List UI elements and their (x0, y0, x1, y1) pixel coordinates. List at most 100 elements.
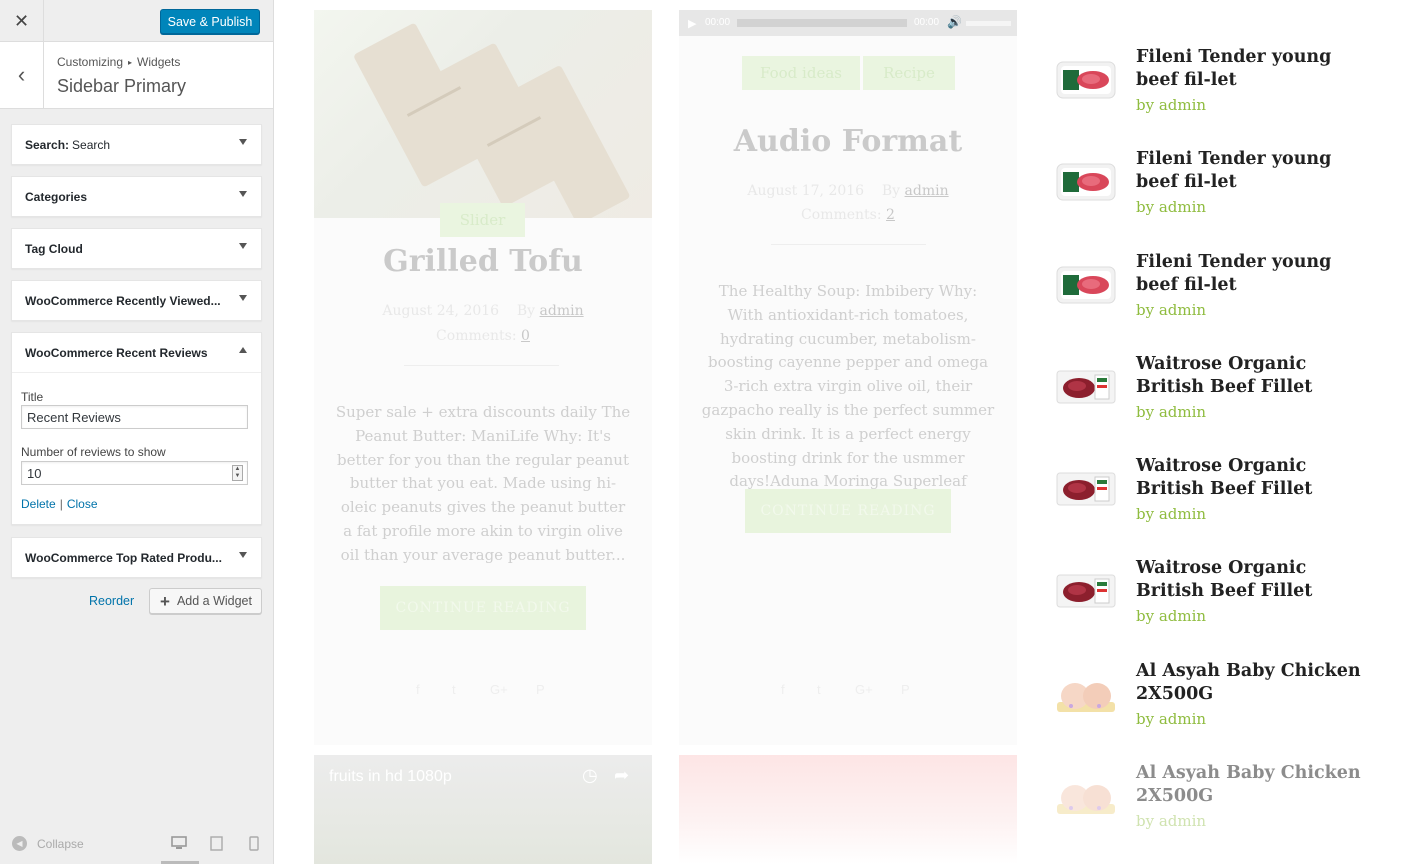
product-title[interactable]: Waitrose Organic British Beef Fillet (1136, 353, 1361, 398)
product-thumbnail[interactable] (1055, 263, 1117, 307)
continue-reading-button[interactable]: CONTINUE READING (745, 489, 951, 533)
audio-duration: 00:00 (914, 17, 940, 28)
widget-form: Title Recent Reviews Number of reviews t… (12, 372, 261, 524)
review-item[interactable]: Fileni Tender young beef fil-let by admin (1055, 251, 1375, 351)
post-title[interactable]: Grilled Tofu (314, 244, 652, 279)
review-author: by admin (1136, 812, 1207, 830)
author-link[interactable]: admin (905, 183, 949, 199)
google-plus-icon[interactable]: G+ (855, 682, 873, 697)
product-title[interactable]: Fileni Tender young beef fil-let (1136, 148, 1361, 193)
review-item[interactable]: Waitrose Organic British Beef Fillet by a… (1055, 353, 1375, 453)
review-item[interactable]: Fileni Tender young beef fil-let by admin (1055, 148, 1375, 248)
post-date: August 17, 2016 (747, 183, 865, 199)
close-link[interactable]: Close (67, 497, 98, 511)
widget-recent-reviews[interactable]: WooCommerce Recent Reviews Title Recent … (11, 332, 262, 525)
twitter-icon[interactable]: t (817, 682, 821, 697)
review-item[interactable]: Fileni Tender young beef fil-let by admin (1055, 46, 1375, 146)
save-publish-button[interactable]: Save & Publish (160, 9, 260, 34)
collapse-label: Collapse (37, 836, 84, 851)
facebook-icon[interactable]: f (416, 682, 420, 697)
product-thumbnail[interactable] (1055, 467, 1117, 511)
widget-search[interactable]: Search: Search (11, 124, 262, 165)
review-author: by admin (1136, 96, 1207, 114)
product-thumbnail[interactable] (1055, 569, 1117, 613)
plus-icon: + (160, 591, 170, 611)
review-item[interactable]: Waitrose Organic British Beef Fillet by a… (1055, 557, 1375, 657)
category-tag[interactable]: Food ideas (742, 56, 860, 90)
widget-subtitle: Search (72, 137, 111, 152)
widget-tag-cloud[interactable]: Tag Cloud (11, 228, 262, 269)
twitter-icon[interactable]: t (452, 682, 456, 697)
post-image (314, 10, 652, 218)
title-input[interactable]: Recent Reviews (21, 405, 248, 429)
tablet-icon[interactable] (210, 836, 223, 854)
breadcrumb-separator-icon: ▸ (128, 58, 133, 67)
share-icon[interactable]: ➦ (614, 765, 629, 786)
play-icon[interactable]: ▶ (688, 17, 696, 30)
category-tag[interactable]: Recipe (863, 56, 955, 90)
audio-progress-bar[interactable] (737, 19, 907, 27)
widget-categories[interactable]: Categories (11, 176, 262, 217)
count-input[interactable]: 10 ▲ ▼ (21, 461, 248, 485)
product-title[interactable]: Waitrose Organic British Beef Fillet (1136, 557, 1361, 602)
stepper-icon[interactable]: ▲ ▼ (232, 465, 243, 481)
comments-link[interactable]: 2 (886, 207, 895, 223)
audio-current-time: 00:00 (705, 17, 731, 28)
product-title[interactable]: Al Asyah Baby Chicken 2X500G (1136, 762, 1361, 807)
product-thumbnail[interactable] (1055, 774, 1117, 818)
review-author: by admin (1136, 710, 1207, 728)
review-item[interactable]: Al Asyah Baby Chicken 2X500G by admin (1055, 660, 1375, 760)
product-title[interactable]: Fileni Tender young beef fil-let (1136, 46, 1361, 91)
comments-label: Comments: (436, 328, 517, 344)
video-embed[interactable]: fruits in hd 1080p ◷ ➦ (314, 755, 652, 864)
close-icon[interactable]: ✕ (0, 0, 44, 42)
pinterest-icon[interactable]: P (536, 682, 545, 697)
mobile-icon[interactable] (249, 836, 259, 854)
post-date: August 24, 2016 (382, 303, 500, 319)
expand-arrow-icon[interactable] (239, 191, 247, 197)
delete-link[interactable]: Delete (21, 497, 56, 511)
continue-reading-button[interactable]: CONTINUE READING (380, 586, 586, 630)
add-widget-button[interactable]: + Add a Widget (149, 588, 262, 614)
product-title[interactable]: Al Asyah Baby Chicken 2X500G (1136, 660, 1361, 705)
audio-player[interactable]: ▶ 00:00 00:00 🔊 (679, 10, 1017, 36)
widget-top-rated[interactable]: WooCommerce Top Rated Produ... (11, 537, 262, 578)
expand-arrow-icon[interactable] (239, 552, 247, 558)
collapse-arrow-icon[interactable] (239, 347, 247, 353)
add-widget-label: Add a Widget (176, 594, 252, 608)
google-plus-icon[interactable]: G+ (490, 682, 508, 697)
back-icon[interactable]: ‹ (0, 42, 44, 108)
post-excerpt: The Healthy Soup: Imbibery Why: With ant… (701, 282, 995, 514)
volume-icon[interactable]: 🔊 (947, 15, 962, 29)
author-link[interactable]: admin (540, 303, 584, 319)
review-author: by admin (1136, 607, 1207, 625)
product-thumbnail[interactable] (1055, 365, 1117, 409)
collapse-button[interactable]: ◀ Collapse (12, 836, 84, 851)
reorder-link[interactable]: Reorder (89, 594, 134, 608)
breadcrumb-section: Widgets (137, 55, 181, 69)
expand-arrow-icon[interactable] (239, 243, 247, 249)
separator: | (59, 497, 63, 511)
desktop-icon[interactable] (171, 836, 187, 853)
volume-slider[interactable] (966, 21, 1011, 26)
video-title: fruits in hd 1080p (329, 768, 452, 785)
product-thumbnail[interactable] (1055, 160, 1117, 204)
divider (404, 365, 559, 366)
review-item[interactable]: Waitrose Organic British Beef Fillet by a… (1055, 455, 1375, 555)
review-item[interactable]: Al Asyah Baby Chicken 2X500G by admin (1055, 762, 1375, 862)
expand-arrow-icon[interactable] (239, 295, 247, 301)
widget-title: Tag Cloud (25, 241, 83, 256)
product-title[interactable]: Waitrose Organic British Beef Fillet (1136, 455, 1361, 500)
widget-title: Categories (25, 189, 88, 204)
clock-icon[interactable]: ◷ (582, 765, 598, 786)
product-thumbnail[interactable] (1055, 672, 1117, 716)
product-title[interactable]: Fileni Tender young beef fil-let (1136, 251, 1361, 296)
facebook-icon[interactable]: f (781, 682, 785, 697)
post-title[interactable]: Audio Format (679, 124, 1017, 159)
widget-recently-viewed[interactable]: WooCommerce Recently Viewed... (11, 280, 262, 321)
pinterest-icon[interactable]: P (901, 682, 910, 697)
category-tag[interactable]: Slider (440, 203, 525, 237)
product-thumbnail[interactable] (1055, 58, 1117, 102)
expand-arrow-icon[interactable] (239, 139, 247, 145)
comments-link[interactable]: 0 (521, 328, 530, 344)
